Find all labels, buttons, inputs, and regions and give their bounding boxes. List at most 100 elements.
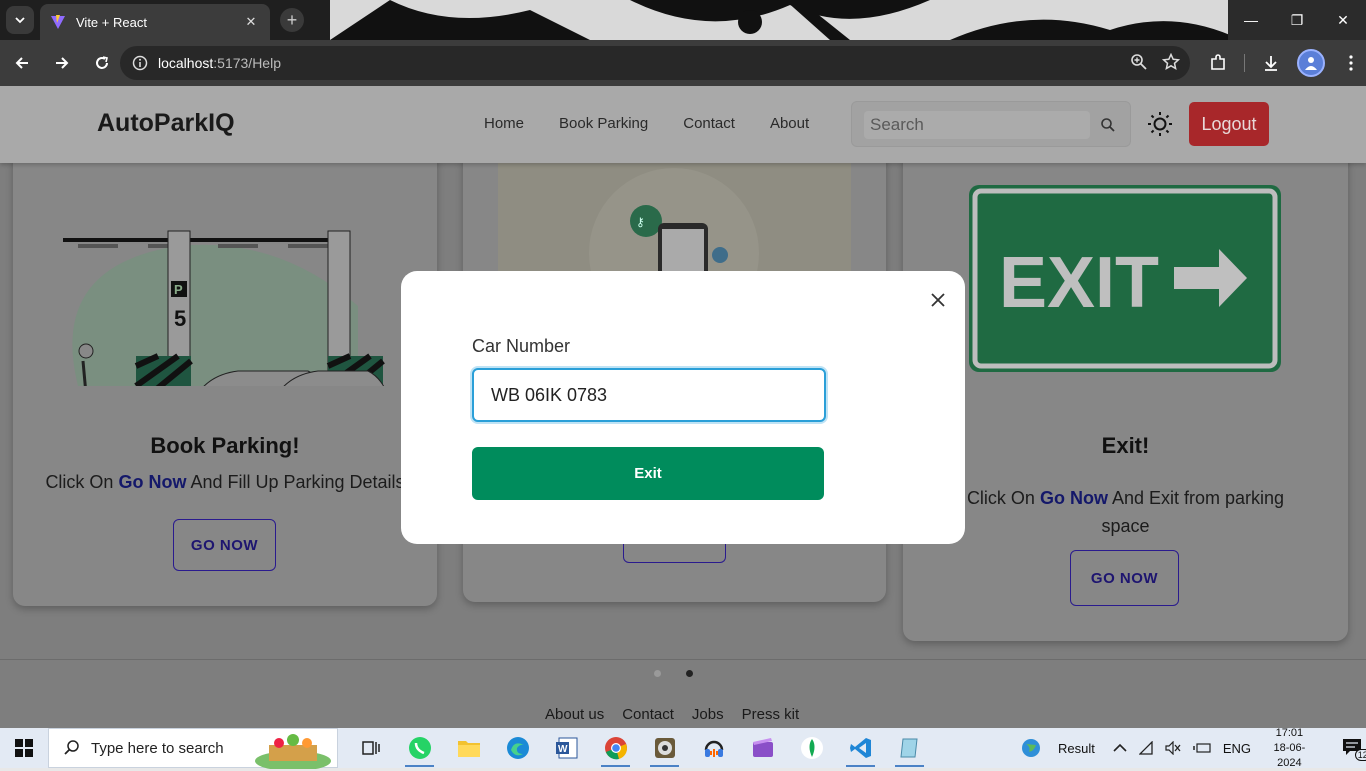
- close-window-icon[interactable]: ✕: [1320, 0, 1366, 40]
- footer-links: About us Contact Jobs Press kit: [545, 706, 799, 723]
- exit-modal: Car Number Exit: [401, 271, 965, 544]
- search-input[interactable]: [864, 111, 1090, 139]
- profile-avatar[interactable]: [1297, 49, 1325, 77]
- edge-icon[interactable]: [493, 728, 542, 768]
- address-bar-actions: [1130, 53, 1180, 71]
- browser-menu-icon[interactable]: [1337, 46, 1365, 80]
- extensions-icon[interactable]: [1204, 46, 1232, 80]
- back-button[interactable]: [4, 45, 40, 81]
- word-icon[interactable]: W: [542, 728, 591, 768]
- exit-sign-text: EXIT: [999, 243, 1159, 323]
- bookmark-star-icon[interactable]: [1162, 53, 1180, 71]
- nav-link-about[interactable]: About: [770, 115, 809, 132]
- search-icon: [64, 740, 79, 755]
- tab-search-button[interactable]: [6, 6, 34, 34]
- car-number-input[interactable]: [472, 368, 826, 422]
- audacity-icon[interactable]: [689, 728, 738, 768]
- restore-icon[interactable]: ❐: [1274, 0, 1320, 40]
- language-indicator[interactable]: ENG: [1223, 741, 1251, 756]
- video-editor-icon[interactable]: [738, 728, 787, 768]
- browser-toolbar: localhost:5173/Help: [0, 40, 1366, 86]
- arrow-left-icon: [15, 57, 28, 69]
- notification-center-icon[interactable]: 12: [1340, 734, 1366, 762]
- svg-text:⚷: ⚷: [636, 215, 645, 229]
- reload-button[interactable]: [84, 45, 120, 81]
- notification-count: 12: [1354, 749, 1366, 761]
- car-number-label: Car Number: [472, 336, 571, 356]
- go-now-button[interactable]: GO NOW: [173, 519, 276, 571]
- carousel-dots: [654, 670, 693, 677]
- card-title: Book Parking!: [150, 433, 300, 458]
- speaker-muted-icon[interactable]: [1165, 741, 1181, 755]
- footer-link-press-kit[interactable]: Press kit: [742, 706, 800, 723]
- card-text-bold: Go Now: [118, 472, 187, 492]
- minimize-icon[interactable]: —: [1228, 0, 1274, 40]
- reload-icon: [96, 56, 108, 69]
- tabbar-background-art: [330, 0, 1230, 40]
- chrome-icon[interactable]: [591, 728, 640, 768]
- file-explorer-icon[interactable]: [444, 728, 493, 768]
- nav-link-home[interactable]: Home: [484, 115, 524, 132]
- site-navbar: AutoParkIQ Home Book Parking Contact Abo…: [0, 86, 1366, 163]
- notes-app-icon[interactable]: [885, 728, 934, 768]
- task-view-icon[interactable]: [346, 728, 395, 768]
- taskbar-apps: W: [346, 728, 934, 768]
- mongodb-icon[interactable]: [787, 728, 836, 768]
- weather-widget[interactable]: Result: [1020, 737, 1095, 759]
- browser-tab[interactable]: Vite + React ✕: [40, 4, 270, 40]
- media-player-icon[interactable]: [640, 728, 689, 768]
- taskbar-search[interactable]: Type here to search: [48, 728, 338, 769]
- weather-label: Result: [1058, 740, 1095, 756]
- brand-logo[interactable]: AutoParkIQ: [97, 109, 235, 138]
- nav-link-book-parking[interactable]: Book Parking: [559, 115, 648, 132]
- card-text-after: And Exit from parking space: [1101, 488, 1285, 536]
- sun-icon[interactable]: [1147, 111, 1173, 137]
- arrow-right-icon: [56, 57, 69, 69]
- globe-icon: [1022, 739, 1040, 757]
- search-box: [851, 101, 1131, 147]
- new-tab-button[interactable]: +: [280, 8, 304, 32]
- logout-button[interactable]: Logout: [1189, 102, 1269, 146]
- footer-link-about-us[interactable]: About us: [545, 706, 604, 723]
- zoom-icon[interactable]: [1130, 53, 1148, 71]
- footer-link-jobs[interactable]: Jobs: [692, 706, 724, 723]
- search-icon[interactable]: [1100, 117, 1116, 133]
- forward-button[interactable]: [44, 45, 80, 81]
- carousel-dot-active[interactable]: [686, 670, 693, 677]
- card-description: Click On Go Now And Exit from parking sp…: [903, 484, 1348, 540]
- nav-link-contact[interactable]: Contact: [683, 115, 735, 132]
- svg-text:W: W: [558, 744, 568, 755]
- vscode-icon[interactable]: [836, 728, 885, 768]
- clock-date: 18-06-2024: [1273, 741, 1306, 769]
- search-highlight-illustration: [255, 734, 331, 769]
- chevron-down-icon: [15, 17, 25, 24]
- taskbar-search-text: Type here to search: [91, 739, 224, 757]
- card-text-before: Click On: [45, 472, 119, 492]
- download-icon[interactable]: [1257, 46, 1285, 80]
- browser-tab-bar: Vite + React ✕ + — ❐ ✕: [0, 0, 1366, 40]
- card-description: Click On Go Now And Fill Up Parking Deta…: [13, 468, 437, 496]
- system-clock[interactable]: 17:01 18-06-2024: [1263, 726, 1316, 771]
- exit-submit-button[interactable]: Exit: [472, 447, 824, 500]
- windows-start-icon[interactable]: [0, 728, 48, 768]
- toolbar-right-icons: [1204, 46, 1365, 80]
- close-icon[interactable]: [928, 290, 948, 310]
- card-text-before: Click On: [966, 488, 1040, 508]
- site-info-icon[interactable]: [132, 55, 148, 71]
- card-text-bold: Go Now: [1039, 488, 1108, 508]
- tab-close-icon[interactable]: ✕: [242, 14, 260, 30]
- window-controls: — ❐ ✕: [1228, 0, 1366, 40]
- whatsapp-icon[interactable]: [395, 728, 444, 768]
- go-now-button[interactable]: GO NOW: [1070, 550, 1179, 606]
- chevron-up-icon[interactable]: [1113, 743, 1127, 753]
- nav-links: Home Book Parking Contact About: [484, 115, 844, 132]
- wifi-icon[interactable]: [1138, 741, 1153, 755]
- card-text-after: And Fill Up Parking Details: [186, 472, 405, 492]
- battery-icon[interactable]: [1193, 742, 1211, 754]
- exit-sign-illustration: EXIT: [969, 185, 1281, 372]
- svg-text:P: P: [174, 282, 183, 297]
- footer-link-contact[interactable]: Contact: [622, 706, 674, 723]
- address-bar[interactable]: localhost:5173/Help: [120, 46, 1190, 80]
- carousel-dot[interactable]: [654, 670, 661, 677]
- windows-taskbar: Type here to search W Result ENG 17:01 1…: [0, 726, 1366, 771]
